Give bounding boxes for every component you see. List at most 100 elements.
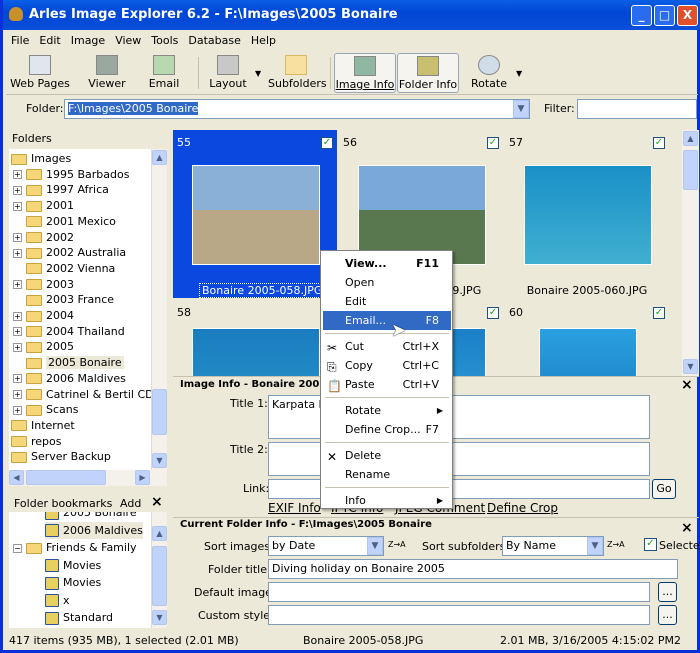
browse-default-image-button[interactable]: ... [658,582,677,602]
browse-custom-style-button[interactable]: ... [658,605,677,625]
context-menu-item-open[interactable]: Open [323,273,451,292]
tree-item[interactable]: +1995 Barbados [13,167,129,182]
context-menu-item-view[interactable]: View... F11 [323,254,451,273]
expand-icon[interactable]: + [13,248,22,258]
menu-edit[interactable]: Edit [34,31,65,50]
folder-title-input[interactable]: Diving holiday on Bonaire 2005 [268,559,678,579]
rotate-button[interactable]: Rotate [468,53,510,93]
tree-item[interactable]: +1997 Africa [13,182,109,197]
scroll-up-button[interactable]: ▲ [152,526,167,541]
email-button[interactable]: Email [144,53,184,93]
folder-tree-scrollbar[interactable]: ▲ ▼ [151,149,167,470]
thumbnail-scrollbar[interactable]: ▲ ▼ [682,130,699,376]
collapse-icon[interactable]: − [13,543,22,553]
tree-item[interactable]: Server Backup [11,449,111,464]
context-menu-item-cut[interactable]: ✂ Cut Ctrl+X [323,337,451,356]
context-menu-item-delete[interactable]: ✕ Delete [323,446,451,465]
add-bookmark-button[interactable]: Add [120,497,141,510]
tree-item[interactable]: +2003 [13,277,74,292]
tree-item[interactable]: +2004 [13,308,74,323]
go-button[interactable]: Go [652,479,676,499]
scroll-down-button[interactable]: ▼ [683,359,698,374]
folder-tree-hscrollbar[interactable]: ◀ ▶ [9,470,167,486]
menu-image[interactable]: Image [66,31,110,50]
context-menu-item-email[interactable]: Email... F8 [323,311,451,330]
expand-icon[interactable]: + [13,342,22,352]
sort-images-direction-button[interactable]: Z→A [388,540,406,549]
selected-checkbox[interactable]: ✓ [644,538,657,551]
menu-help[interactable]: Help [246,31,281,50]
menu-database[interactable]: Database [183,31,246,50]
expand-icon[interactable]: + [13,185,22,195]
scroll-up-button[interactable]: ▲ [152,150,167,165]
scroll-thumb[interactable] [152,546,167,606]
scroll-left-button[interactable]: ◀ [9,470,24,485]
bookmark-item[interactable]: Movies [45,574,101,591]
expand-icon[interactable]: + [13,390,22,399]
tree-item[interactable]: + Catrinel & Bertil CD [13,387,151,402]
tree-item[interactable]: + Scans [13,402,78,417]
expand-icon[interactable]: + [13,280,22,290]
thumbnail-checkbox[interactable]: ✓ [487,137,499,149]
filter-input[interactable] [577,99,697,119]
scroll-down-button[interactable]: ▼ [152,453,167,468]
tree-item[interactable]: 2005 Bonaire [13,355,124,370]
folder-dropdown-button[interactable]: ▼ [513,100,529,118]
scroll-thumb[interactable] [152,389,167,435]
menu-file[interactable]: File [6,31,34,50]
thumbnail[interactable]: 55 ✓ Bonaire 2005-058.JPG [173,130,337,298]
expand-icon[interactable]: + [13,327,22,337]
tree-item[interactable]: +2005 [13,339,74,354]
bookmark-item[interactable]: 2006 Maldives [45,521,143,539]
maximize-button[interactable]: □ [654,5,675,26]
define-crop-link[interactable]: Define Crop [487,501,558,515]
close-bookmarks-button[interactable]: × [151,494,163,510]
minimize-button[interactable]: _ [631,5,652,26]
bookmark-item[interactable]: x [45,592,70,609]
tree-item[interactable]: +2004 Thailand [13,324,125,339]
bookmark-item[interactable]: 2005 Bonaire [45,512,137,521]
viewer-button[interactable]: Viewer [82,53,132,93]
close-image-info-button[interactable]: × [681,377,693,393]
tree-item[interactable]: +2002 Australia [13,245,126,260]
thumbnail[interactable]: 58 [173,300,337,376]
rotate-dropdown-icon[interactable]: ▼ [516,69,522,78]
default-image-input[interactable] [268,582,650,602]
exif-info-link[interactable]: EXIF Info [268,501,321,515]
context-menu-item-paste[interactable]: 📋 Paste Ctrl+V [323,375,451,394]
expand-icon[interactable]: + [13,311,22,321]
thumbnail-checkbox[interactable]: ✓ [321,137,333,149]
scroll-thumb[interactable] [683,150,698,190]
image-info-button[interactable]: Image Info [334,53,396,93]
sort-subfolders-direction-button[interactable]: Z→A [607,540,625,549]
tree-item[interactable]: 2003 France [13,292,114,307]
scroll-right-button[interactable]: ▶ [135,470,150,485]
context-menu-item-copy[interactable]: ⎘ Copy Ctrl+C [323,356,451,375]
tree-item[interactable]: 2002 Vienna [13,261,115,276]
tree-item[interactable]: +2006 Maldives [13,371,126,386]
layout-button[interactable]: Layout [206,53,250,93]
bookmark-item[interactable]: Standard [45,609,113,626]
folder-info-button[interactable]: Folder Info [397,53,459,93]
context-menu-item-rename[interactable]: Rename [323,465,451,484]
tree-item[interactable]: Internet [11,418,75,433]
menu-tools[interactable]: Tools [146,31,183,50]
menu-view[interactable]: View [110,31,146,50]
scroll-up-button[interactable]: ▲ [683,131,698,146]
context-menu-item-edit[interactable]: Edit [323,292,451,311]
expand-icon[interactable]: + [13,374,22,384]
close-button[interactable]: X [677,5,698,26]
sort-images-dropdown[interactable]: ▼ [367,537,383,555]
tree-spacer[interactable] [13,217,22,227]
custom-style-input[interactable] [268,605,650,625]
tree-item[interactable]: +2001 [13,198,74,213]
scroll-down-button[interactable]: ▼ [152,610,167,625]
expand-icon[interactable]: + [13,233,22,242]
tree-item[interactable]: repos [11,434,62,449]
thumbnail[interactable]: 57 ✓ Bonaire 2005-060.JPG [505,130,669,298]
folder-path-input[interactable]: F:\Images\2005 Bonaire [64,99,530,119]
tree-spacer[interactable] [13,264,22,274]
web-pages-button[interactable]: Web Pages [10,53,70,93]
thumbnail[interactable]: 60 ✓ [505,300,669,376]
tree-spacer[interactable] [13,295,22,305]
